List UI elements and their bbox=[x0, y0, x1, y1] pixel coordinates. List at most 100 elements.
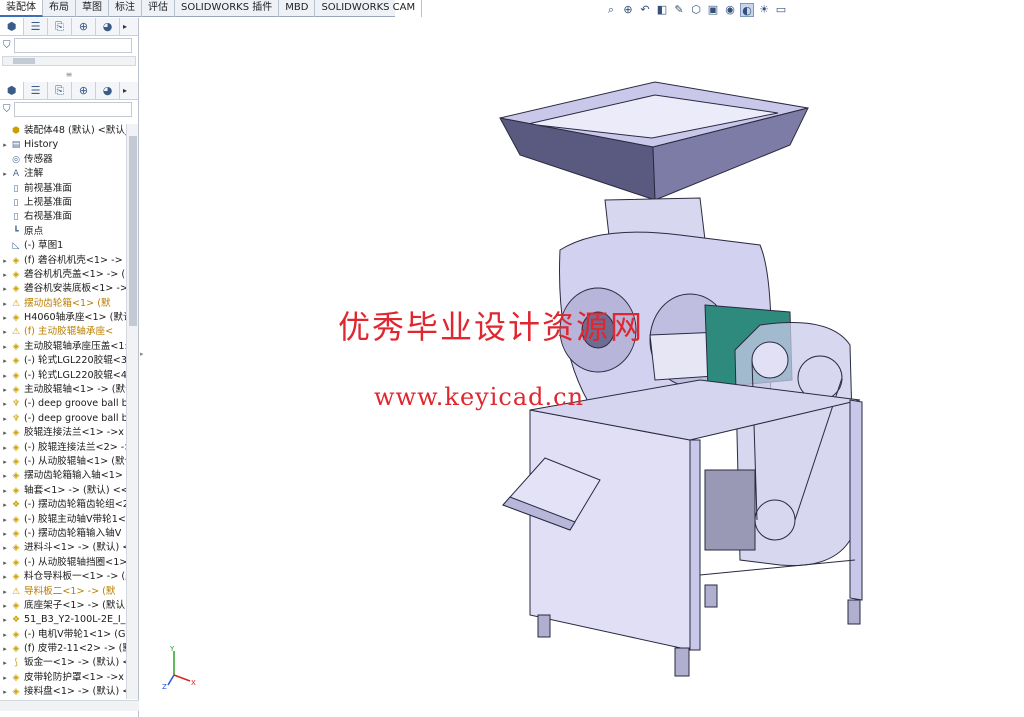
expand-arrow-icon[interactable]: ▸ bbox=[0, 685, 10, 699]
display-manager-tab-icon[interactable]: ◕ bbox=[96, 82, 120, 99]
display-manager-tab-icon[interactable]: ◕ bbox=[96, 18, 120, 35]
dimxpert-tab-icon[interactable]: ⊕ bbox=[72, 82, 96, 99]
expand-arrow-icon[interactable]: ▸ bbox=[0, 455, 10, 469]
previous-view-icon[interactable]: ↶ bbox=[638, 3, 652, 17]
expand-arrow-icon[interactable]: ▸ bbox=[0, 469, 10, 483]
tree-item[interactable]: ▯ 前视基准面 bbox=[0, 182, 126, 196]
machine-model[interactable] bbox=[499, 81, 863, 677]
expand-arrow-icon[interactable]: ▸ bbox=[0, 426, 10, 440]
expand-arrow-icon[interactable]: ▸ bbox=[0, 282, 10, 296]
expand-arrow-icon[interactable]: ▸ bbox=[0, 297, 10, 311]
expand-arrow-icon[interactable]: ▸ bbox=[0, 613, 10, 627]
view-orientation-icon[interactable]: ⬡ bbox=[689, 3, 703, 17]
tree-item[interactable]: ▸ ❖ (-) 摆动齿轮箱齿轮组<2 bbox=[0, 498, 126, 512]
tree-item[interactable]: ⬢ 装配体48 (默认) <默认_ bbox=[0, 124, 126, 138]
tab-2[interactable]: 草图 bbox=[76, 0, 109, 17]
tree-item[interactable]: ▸◈ 轴套<1> -> (默认) <<默 bbox=[0, 484, 126, 498]
tree-item[interactable]: ▸ ◈ 接料盘<1> -> (默认) < bbox=[0, 685, 126, 699]
tree-horizontal-scrollbar[interactable] bbox=[0, 700, 139, 711]
feature-manager-tab-icon[interactable]: ⬢ bbox=[0, 82, 24, 99]
tab-7[interactable]: SOLIDWORKS CAM bbox=[315, 0, 423, 17]
tree-item[interactable]: ┗ 原点 bbox=[0, 225, 126, 239]
tab-scroll-right-icon[interactable]: ▸ bbox=[120, 22, 130, 31]
tab-scroll-right-icon[interactable]: ▸ bbox=[120, 86, 130, 95]
tree-item[interactable]: ▸ ◈ (-) 轮式LGL220胶辊<3: bbox=[0, 354, 126, 368]
feature-manager-tab-icon[interactable]: ⬢ bbox=[0, 18, 24, 35]
tree-item[interactable]: ▸ ♆ (-) deep groove ball b bbox=[0, 397, 126, 411]
expand-arrow-icon[interactable]: ▸ bbox=[0, 671, 10, 685]
tab-4[interactable]: 评估 bbox=[142, 0, 175, 17]
tree-item[interactable]: ▯ 右视基准面 bbox=[0, 210, 126, 224]
tab-3[interactable]: 标注 bbox=[109, 0, 142, 17]
filter-input-top[interactable] bbox=[13, 37, 132, 53]
zoom-to-fit-icon[interactable]: ⌕ bbox=[604, 3, 618, 17]
tree-item[interactable]: ▸ ◈ (-) 从动胶辊轴挡圈<1> bbox=[0, 556, 126, 570]
tree-item[interactable]: ▸ ◈ 主动胶辊轴承座压盖<1: bbox=[0, 340, 126, 354]
tree-item[interactable]: ▸ A 注解 bbox=[0, 167, 126, 181]
horizontal-scrollbar-top[interactable] bbox=[2, 56, 136, 66]
tree-item[interactable]: ▸ ▤ History bbox=[0, 138, 126, 152]
expand-arrow-icon[interactable]: ▸ bbox=[0, 268, 10, 282]
expand-arrow-icon[interactable]: ▸ bbox=[0, 570, 10, 584]
expand-arrow-icon[interactable]: ▸ bbox=[0, 138, 10, 152]
filter-icon[interactable]: ⛉ bbox=[3, 104, 11, 115]
tree-item[interactable]: ▸ ⚠ (f) 主动胶辊轴承座< bbox=[0, 325, 126, 339]
expand-arrow-icon[interactable]: ▸ bbox=[0, 642, 10, 656]
expand-arrow-icon[interactable]: ▸ bbox=[0, 441, 10, 455]
expand-arrow-icon[interactable]: ▸ bbox=[0, 167, 10, 181]
panel-splitter[interactable]: ≡ bbox=[0, 68, 138, 82]
configuration-manager-tab-icon[interactable]: ⎘ bbox=[48, 18, 72, 35]
tree-item[interactable]: ▸ ◈ (f) 砻谷机机壳<1> -> ( bbox=[0, 254, 126, 268]
tab-1[interactable]: 布局 bbox=[43, 0, 76, 17]
filter-input[interactable] bbox=[13, 101, 132, 117]
tree-item[interactable]: ◎ 传感器 bbox=[0, 153, 126, 167]
tree-item[interactable]: ▸ ◈ 进料斗<1> -> (默认) < bbox=[0, 541, 126, 555]
panel-collapse-handle[interactable]: ▸ bbox=[140, 350, 146, 364]
tree-item[interactable]: ▸ ◈ (f) 皮带2-11<2> -> (默 bbox=[0, 642, 126, 656]
expand-arrow-icon[interactable]: ▸ bbox=[0, 254, 10, 268]
expand-arrow-icon[interactable]: ▸ bbox=[0, 354, 10, 368]
tree-item[interactable]: ▸ ❖ 51_B3_Y2-100L-2E_I_2 bbox=[0, 613, 126, 627]
expand-arrow-icon[interactable]: ▸ bbox=[0, 369, 10, 383]
tree-item[interactable]: ▸ ⟆ 钣金一<1> -> (默认) < bbox=[0, 656, 126, 670]
tree-vertical-scrollbar[interactable] bbox=[126, 124, 138, 699]
tree-item[interactable]: ▯ 上视基准面 bbox=[0, 196, 126, 210]
expand-arrow-icon[interactable]: ▸ bbox=[0, 628, 10, 642]
property-manager-tab-icon[interactable]: ☰ bbox=[24, 82, 48, 99]
tree-item[interactable]: ▸ ◈ 皮带轮防护罩<1> ->x ( bbox=[0, 671, 126, 685]
property-manager-tab-icon[interactable]: ☰ bbox=[24, 18, 48, 35]
expand-arrow-icon[interactable]: ▸ bbox=[0, 484, 10, 498]
expand-arrow-icon[interactable]: ▸ bbox=[0, 311, 10, 325]
expand-arrow-icon[interactable]: ▸ bbox=[0, 383, 10, 397]
tree-item[interactable]: ▸ ◈ (-) 从动胶辊轴<1> (默认 bbox=[0, 455, 126, 469]
tree-item[interactable]: ▸ ♆ (-) deep groove ball b bbox=[0, 412, 126, 426]
view-settings-icon[interactable]: ▭ bbox=[774, 3, 788, 17]
dimxpert-tab-icon[interactable]: ⊕ bbox=[72, 18, 96, 35]
tab-6[interactable]: MBD bbox=[279, 0, 316, 17]
tree-item[interactable]: ▸ ◈ (-) 轮式LGL220胶辊<4: bbox=[0, 369, 126, 383]
apply-scene-icon[interactable]: ☀ bbox=[757, 3, 771, 17]
tree-item[interactable]: ▸ ◈ 砻谷机安装底板<1> -> bbox=[0, 282, 126, 296]
tree-item[interactable]: ▸ ◈ H4060轴承座<1> (默认 bbox=[0, 311, 126, 325]
expand-arrow-icon[interactable]: ▸ bbox=[0, 556, 10, 570]
filter-icon[interactable]: ⛉ bbox=[3, 40, 11, 51]
zoom-area-icon[interactable]: ⊕ bbox=[621, 3, 635, 17]
dynamic-annotation-icon[interactable]: ✎ bbox=[672, 3, 686, 17]
expand-arrow-icon[interactable]: ▸ bbox=[0, 585, 10, 599]
tab-5[interactable]: SOLIDWORKS 插件 bbox=[175, 0, 280, 17]
tree-item[interactable]: ▸ ◈ (-) 胶辊连接法兰<2> -> bbox=[0, 441, 126, 455]
tree-item[interactable]: ▸ ⚠ 摆动齿轮箱<1> (默 bbox=[0, 297, 126, 311]
graphics-area[interactable] bbox=[150, 20, 1024, 717]
expand-arrow-icon[interactable]: ▸ bbox=[0, 599, 10, 613]
tree-item[interactable]: ▸ ◈ 胶辊连接法兰<1> ->x ( bbox=[0, 426, 126, 440]
tree-item[interactable]: ▸ ◈ (-) 电机V带轮1<1> (Ge bbox=[0, 628, 126, 642]
display-style-icon[interactable]: ▣ bbox=[706, 3, 720, 17]
expand-arrow-icon[interactable]: ▸ bbox=[0, 412, 10, 426]
expand-arrow-icon[interactable]: ▸ bbox=[0, 513, 10, 527]
section-view-icon[interactable]: ◧ bbox=[655, 3, 669, 17]
tree-item[interactable]: ▸ ◈ 底座架子<1> -> (默认< bbox=[0, 599, 126, 613]
expand-arrow-icon[interactable]: ▸ bbox=[0, 325, 10, 339]
tree-item[interactable]: ▸ ◈ (-) 摆动齿轮箱输入轴V bbox=[0, 527, 126, 541]
expand-arrow-icon[interactable]: ▸ bbox=[0, 541, 10, 555]
tab-0[interactable]: 装配体 bbox=[0, 0, 43, 17]
